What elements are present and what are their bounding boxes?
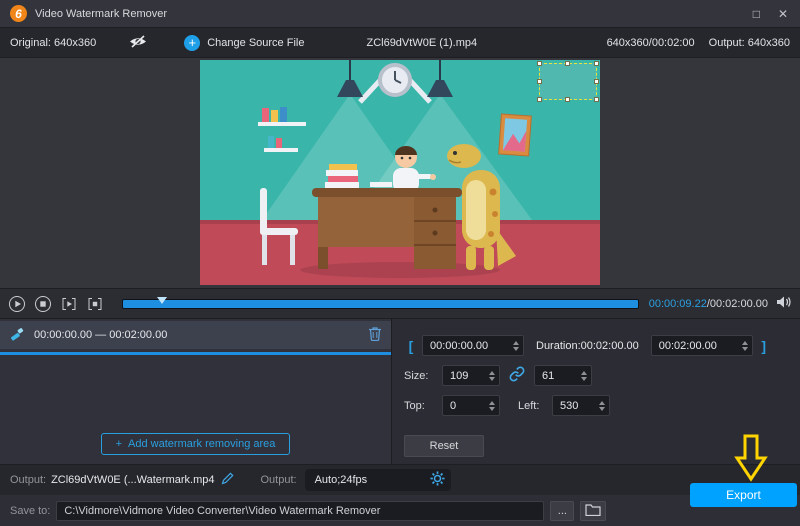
change-source-label: Change Source File [207, 36, 305, 49]
size-width-value: 109 [450, 369, 469, 382]
left-spinner[interactable]: 530 [552, 395, 610, 416]
plus-icon: + [115, 438, 123, 450]
watermark-selection-box[interactable] [537, 61, 599, 102]
window-title: Video Watermark Remover [35, 7, 168, 20]
duration-label: Duration:00:02:00.00 [536, 339, 639, 352]
selection-handle[interactable] [594, 61, 599, 66]
selection-handle[interactable] [537, 61, 542, 66]
output-format-label: Output: [260, 474, 297, 486]
speaker-icon [776, 295, 792, 312]
position-row: Top: 0 Left: 530 [404, 395, 792, 416]
left-label: Left: [518, 399, 540, 412]
size-height-spinner[interactable]: 61 [534, 365, 592, 386]
current-time: 00:00:09.22 [648, 297, 707, 310]
selection-handle[interactable] [537, 97, 542, 102]
format-settings-button[interactable] [430, 471, 445, 489]
set-end-bracket-button[interactable]: ] [757, 338, 771, 354]
selection-handle[interactable] [594, 78, 599, 84]
size-label: Size: [404, 369, 429, 382]
output-format-value: Auto;24fps [314, 474, 368, 486]
preview-toggle-button[interactable] [128, 34, 148, 52]
size-width-spinner[interactable]: 109 [442, 365, 500, 386]
output-format-field[interactable]: Auto;24fps [304, 469, 451, 491]
change-source-file-button[interactable]: + Change Source File [184, 34, 305, 51]
selection-handle[interactable] [594, 97, 599, 102]
properties-panel: [ 00:00:00.00 Duration:00:02:00.00 00:02… [392, 319, 800, 464]
spinner-arrows[interactable] [489, 370, 495, 381]
save-path-input[interactable]: C:\Vidmore\Vidmore Video Converter\Video… [56, 500, 545, 521]
workspace: 00:00:00.00 — 00:02:00.00 + Add watermar… [0, 318, 800, 464]
watermark-areas-panel: 00:00:00.00 — 00:02:00.00 + Add watermar… [0, 319, 392, 464]
output-bar: Output: ZCl69dVtW0E (...Watermark.mp4 Ou… [0, 464, 800, 495]
spinner-arrows[interactable] [741, 340, 748, 351]
play-button[interactable] [8, 295, 26, 313]
top-label: Top: [404, 399, 425, 412]
trash-icon [368, 326, 382, 344]
reset-button[interactable]: Reset [404, 435, 484, 457]
stop-button[interactable] [34, 295, 52, 313]
start-time-spinner[interactable]: 00:00:00.00 [422, 335, 524, 356]
resolution-duration-label: 640x360/00:02:00 [606, 36, 695, 49]
toolbar: Original: 640x360 + Change Source File Z… [0, 28, 800, 58]
watermark-time-range: 00:00:00.00 — 00:02:00.00 [34, 329, 168, 341]
selection-handle[interactable] [565, 61, 570, 66]
gear-icon [430, 471, 445, 489]
transport-bar: 00:00:09.22/00:02:00.00 [0, 288, 800, 318]
eye-off-icon [128, 34, 148, 52]
selection-handle[interactable] [565, 97, 570, 102]
size-height-value: 61 [542, 369, 555, 382]
pencil-icon [221, 472, 235, 488]
plus-circle-icon: + [184, 34, 201, 51]
size-row: Size: 109 61 [404, 365, 792, 386]
folder-icon [585, 503, 601, 519]
time-display: 00:00:09.22/00:02:00.00 [649, 298, 768, 310]
output-resolution-label: Output: 640x360 [708, 36, 790, 49]
seek-bar[interactable] [122, 296, 639, 310]
left-value: 530 [560, 399, 579, 412]
add-area-label: Add watermark removing area [128, 438, 276, 450]
add-watermark-area-button[interactable]: + Add watermark removing area [100, 433, 291, 455]
titlebar: 6 Video Watermark Remover □ ✕ [0, 0, 800, 28]
export-button[interactable]: Export [690, 483, 797, 507]
maximize-button[interactable]: □ [753, 7, 760, 21]
aspect-link-button[interactable] [509, 366, 525, 385]
spinner-arrows[interactable] [489, 400, 495, 411]
play-clip-button[interactable] [60, 295, 78, 313]
spinner-arrows[interactable] [513, 340, 519, 351]
preview-area [0, 58, 800, 288]
end-time-value: 00:02:00.00 [658, 339, 717, 352]
watermark-area-item[interactable]: 00:00:00.00 — 00:02:00.00 [0, 321, 391, 349]
selection-handle[interactable] [537, 78, 542, 84]
set-start-bracket-button[interactable]: [ [404, 338, 418, 354]
output-name-label: Output: [10, 474, 47, 486]
spinner-arrows[interactable] [599, 400, 605, 411]
start-time-value: 00:00:00.00 [430, 339, 489, 352]
playhead-marker[interactable] [156, 296, 167, 304]
top-spinner[interactable]: 0 [442, 395, 500, 416]
app-logo-icon: 6 [10, 5, 27, 22]
video-frame [200, 60, 600, 285]
watermark-brush-icon [9, 326, 25, 345]
spinner-arrows[interactable] [581, 370, 587, 381]
link-icon [509, 366, 525, 385]
save-to-label: Save to: [10, 504, 51, 517]
save-bar: Save to: C:\Vidmore\Vidmore Video Conver… [0, 495, 800, 526]
total-time: /00:02:00.00 [706, 297, 768, 310]
end-time-spinner[interactable]: 00:02:00.00 [650, 335, 753, 356]
output-filename: ZCl69dVtW0E (...Watermark.mp4 [51, 474, 215, 486]
browse-button[interactable]: ... [550, 500, 575, 521]
stop-clip-button[interactable] [86, 295, 104, 313]
original-resolution-label: Original: 640x360 [10, 36, 97, 49]
seek-track[interactable] [122, 298, 639, 309]
open-folder-button[interactable] [580, 500, 607, 521]
top-value: 0 [450, 399, 457, 412]
watermark-range-bar[interactable] [0, 352, 391, 355]
source-filename: ZCl69dVtW0E (1).mp4 [366, 36, 478, 49]
delete-area-button[interactable] [368, 326, 382, 344]
rename-button[interactable] [221, 472, 235, 488]
close-button[interactable]: ✕ [778, 7, 788, 21]
time-range-row: [ 00:00:00.00 Duration:00:02:00.00 00:02… [404, 335, 792, 356]
volume-button[interactable] [776, 295, 792, 312]
